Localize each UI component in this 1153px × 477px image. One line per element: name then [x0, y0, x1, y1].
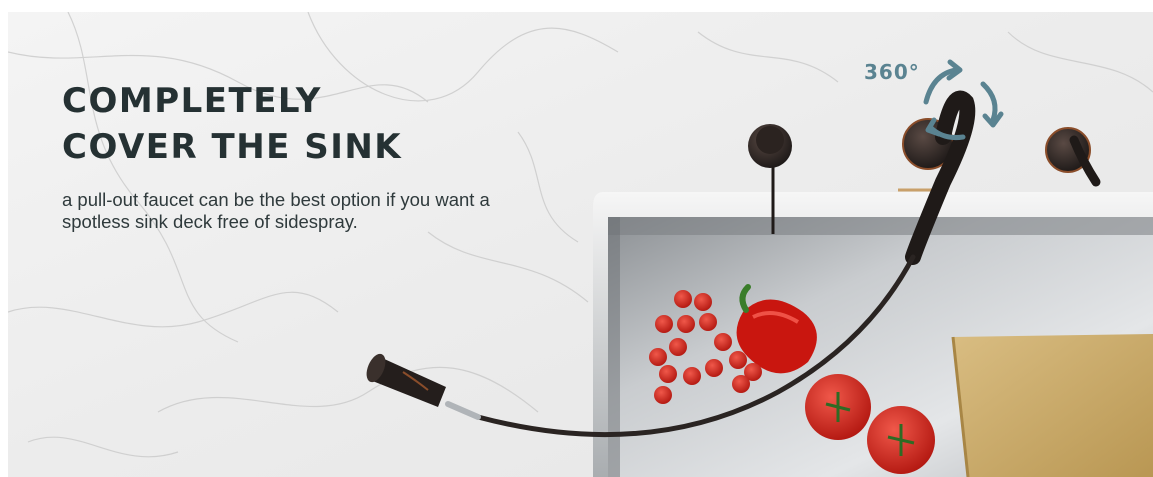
- rotation-label: 360°: [864, 60, 920, 84]
- subtext-line-1: a pull-out faucet can be the best option…: [62, 189, 490, 210]
- headline: COMPLETELY COVER THE SINK: [62, 78, 402, 170]
- headline-line-2: COVER THE SINK: [62, 127, 403, 167]
- headline-line-1: COMPLETELY: [62, 81, 322, 121]
- cutting-board: [953, 334, 1153, 477]
- subtext: a pull-out faucet can be the best option…: [62, 189, 562, 233]
- product-banner: COMPLETELY COVER THE SINK a pull-out fau…: [8, 12, 1153, 477]
- subtext-line-2: spotless sink deck free of sidespray.: [62, 211, 358, 232]
